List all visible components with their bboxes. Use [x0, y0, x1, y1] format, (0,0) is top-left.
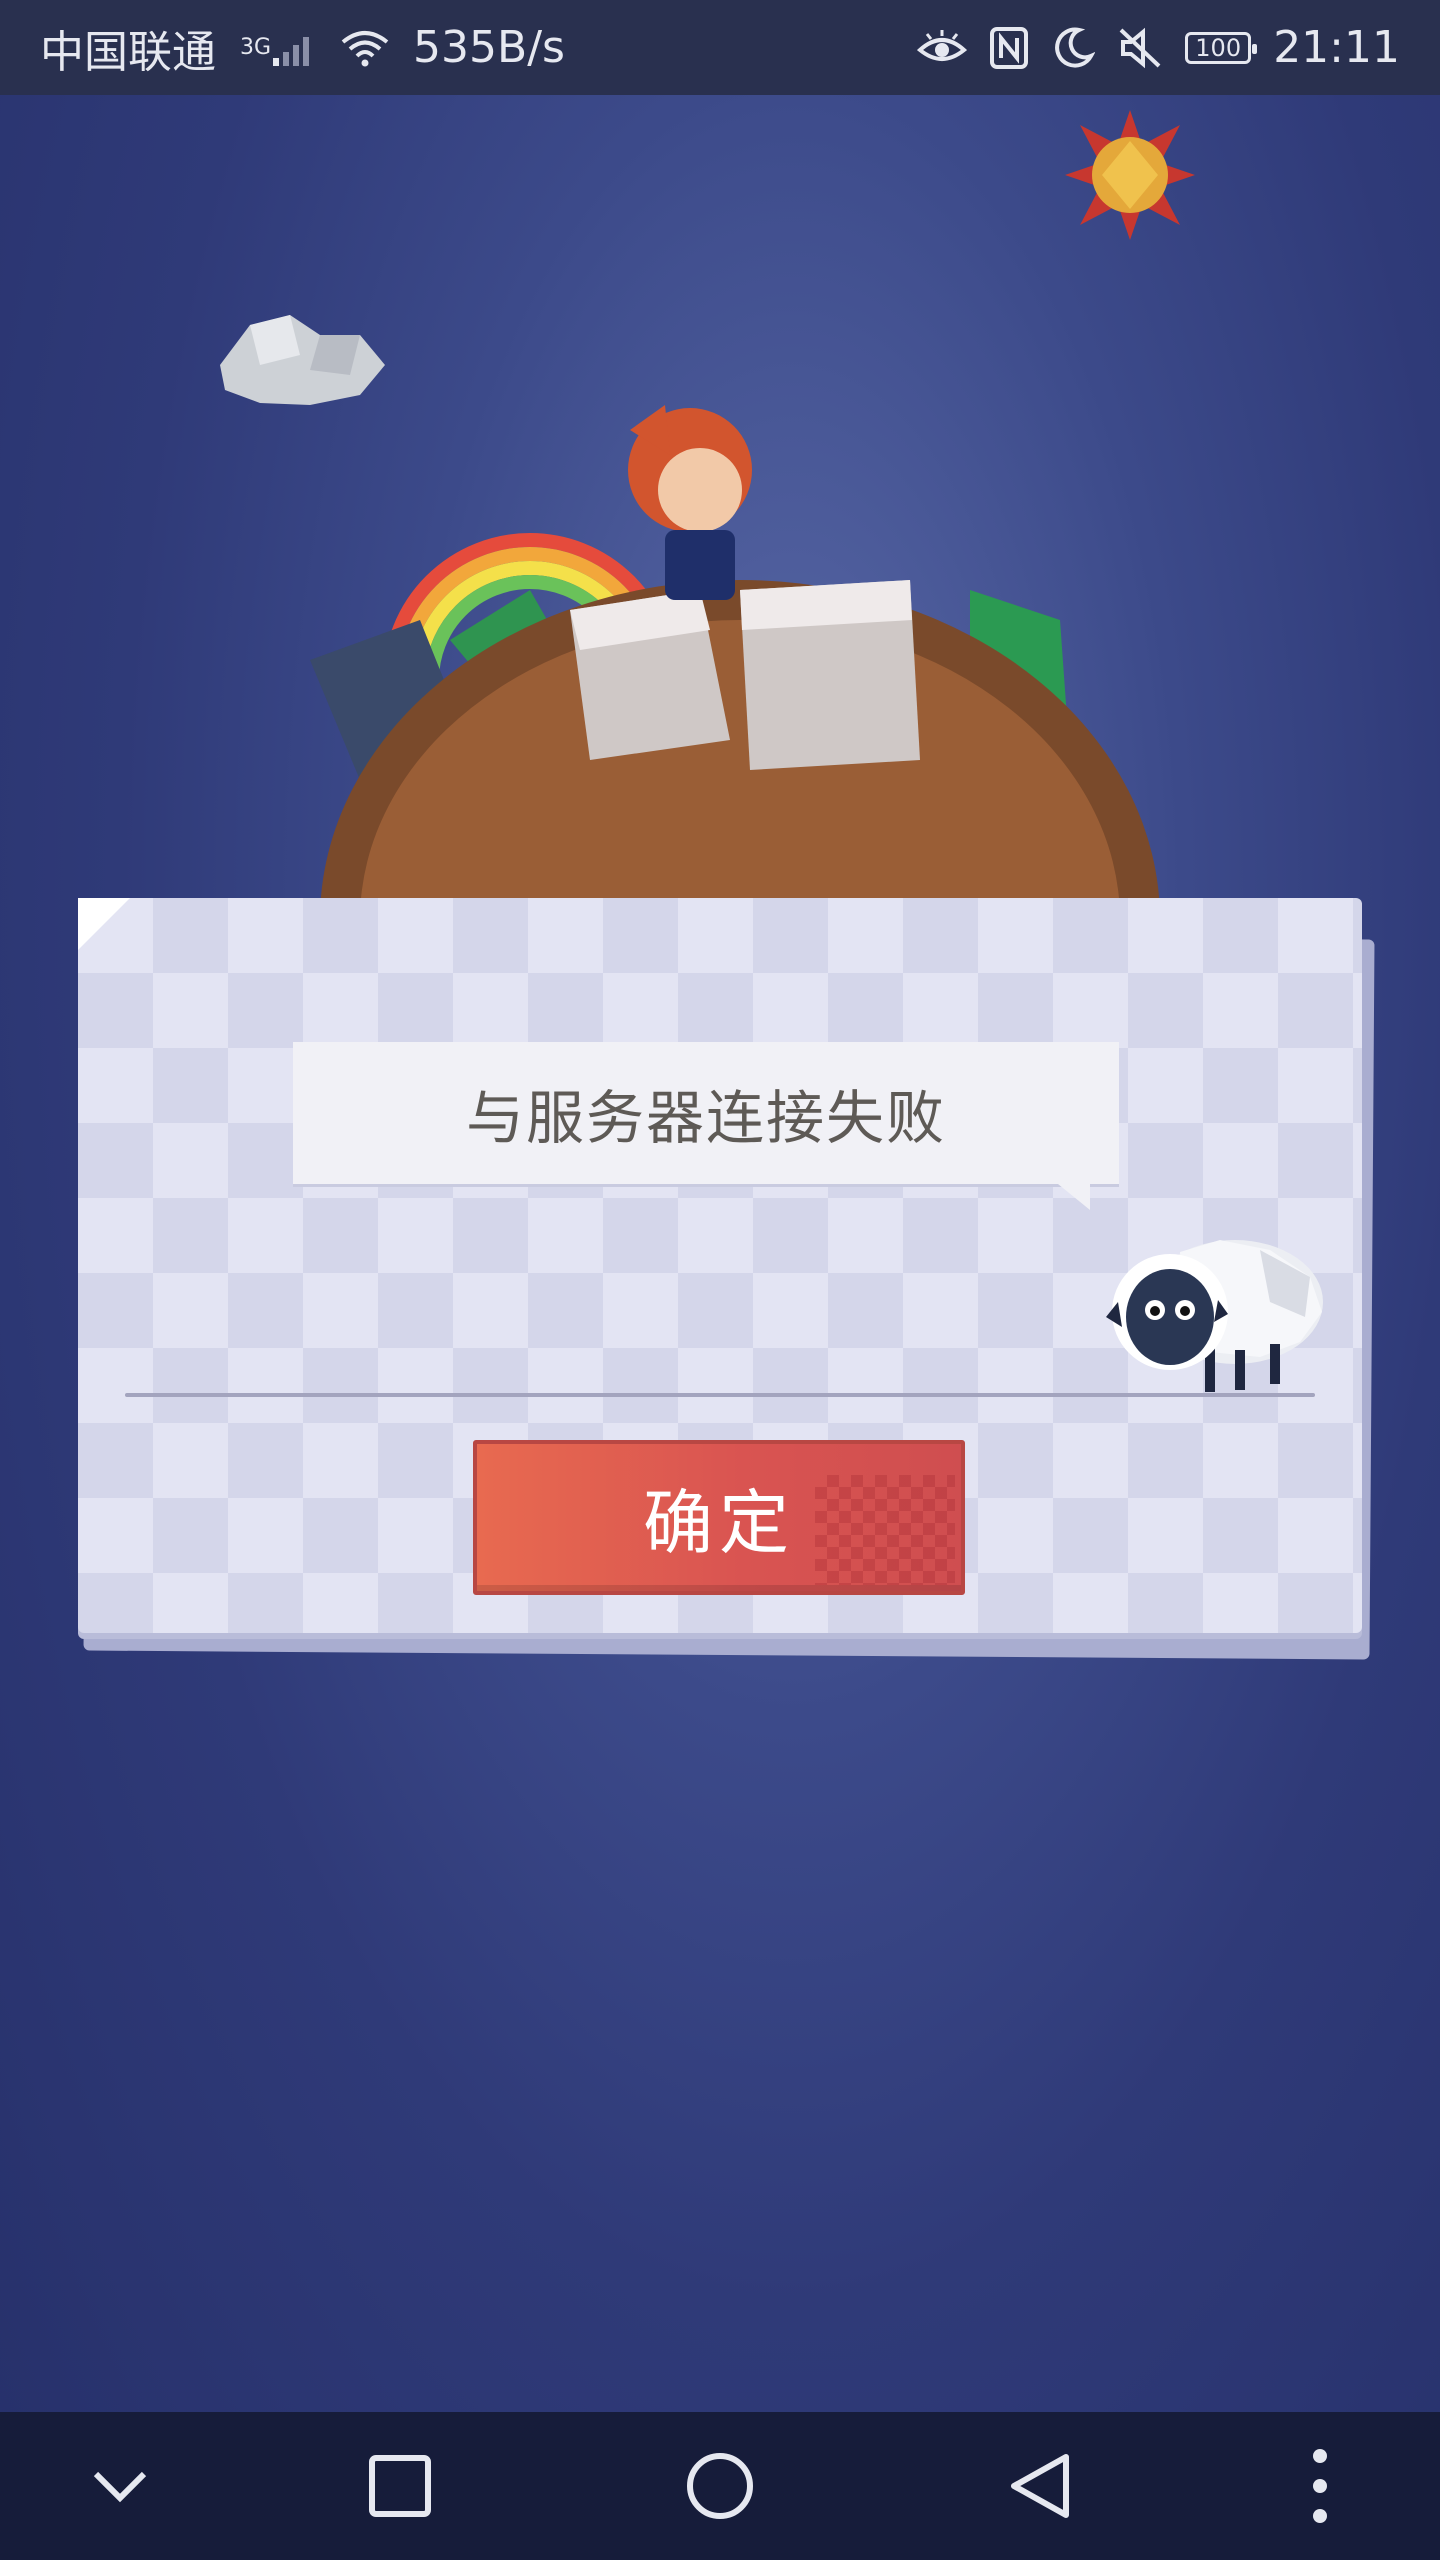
- sheep-mascot-icon: [1106, 1240, 1323, 1392]
- network-type: 3G: [240, 35, 272, 60]
- eye-icon: [917, 28, 968, 68]
- speech-bubble-tail: [1058, 1184, 1090, 1210]
- moon-icon: [1051, 26, 1096, 70]
- mute-icon: [1117, 26, 1163, 70]
- battery-icon: 100: [1185, 31, 1258, 64]
- signal-icon: 3G: [238, 28, 317, 68]
- status-bar: 中国联通 3G 535B/s 100 21:11: [0, 0, 1440, 95]
- game-logo-art: [310, 405, 1160, 900]
- error-message-bubble: 与服务器连接失败: [293, 1042, 1119, 1184]
- recent-apps-square-icon[interactable]: [330, 2412, 470, 2560]
- clock: 21:11: [1273, 22, 1400, 73]
- dialog-divider: [125, 1393, 1315, 1397]
- carrier-name: 中国联通: [40, 26, 216, 78]
- confirm-button-label: 确定: [643, 1482, 795, 1564]
- error-message: 与服务器连接失败: [465, 1084, 946, 1152]
- confirm-button[interactable]: 确定: [473, 1440, 965, 1595]
- sun-decoration: [1065, 110, 1195, 240]
- button-pattern-decoration: [815, 1475, 955, 1585]
- status-bar-right: 100 21:11: [917, 22, 1400, 73]
- battery-level: 100: [1195, 33, 1242, 62]
- back-triangle-icon[interactable]: [970, 2412, 1110, 2560]
- net-speed: 535B/s: [413, 22, 565, 73]
- nfc-icon: [989, 26, 1029, 70]
- wifi-icon: [339, 28, 391, 68]
- navigation-bar: [0, 2412, 1440, 2560]
- more-vertical-icon[interactable]: [1250, 2412, 1390, 2560]
- chevron-down-icon[interactable]: [50, 2412, 190, 2560]
- dialog-corner-fold: [78, 898, 130, 950]
- home-circle-icon[interactable]: [650, 2412, 790, 2560]
- status-bar-left: 中国联通 3G 535B/s: [40, 16, 565, 80]
